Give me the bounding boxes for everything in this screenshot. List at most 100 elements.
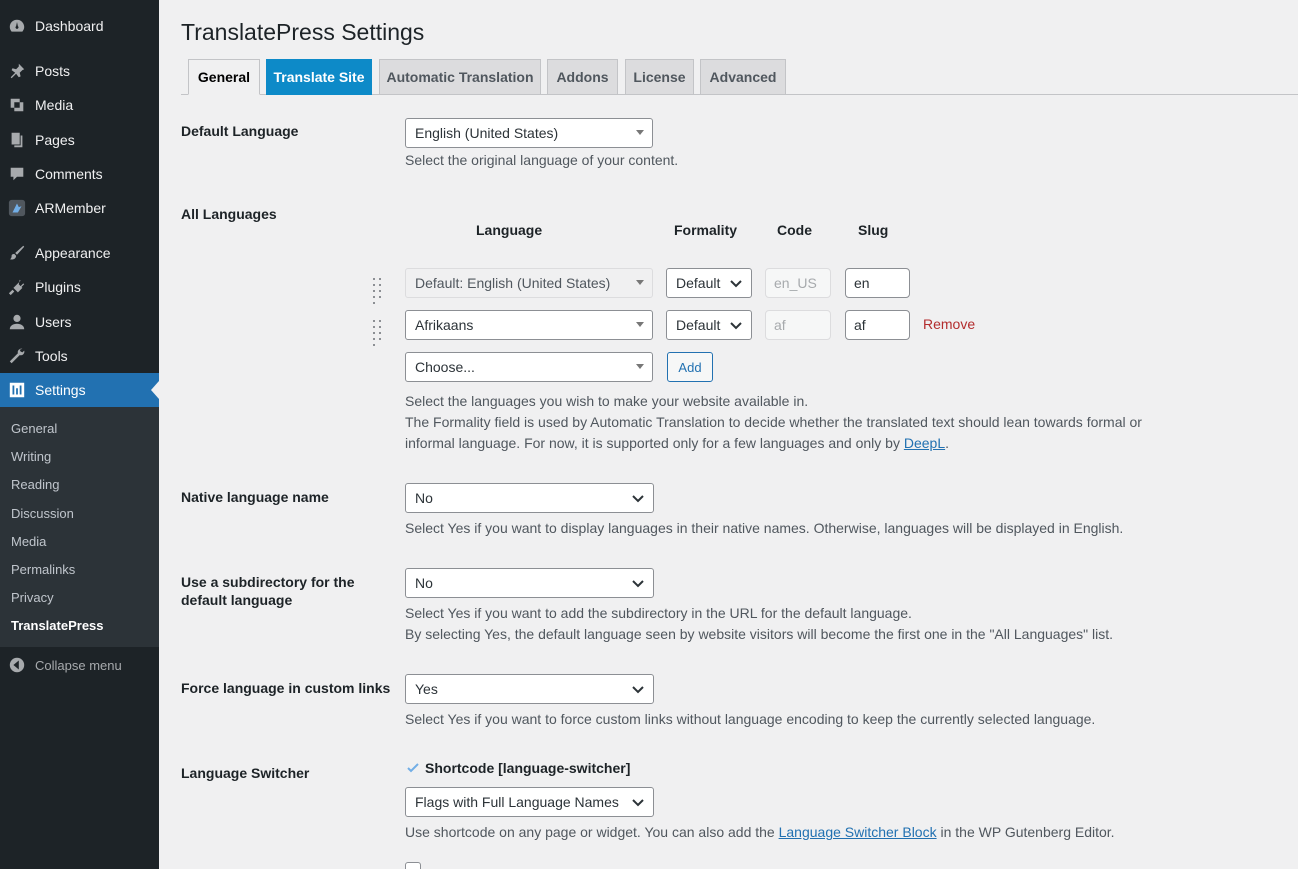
slug-field[interactable]: af	[845, 310, 910, 340]
comment-icon	[7, 164, 27, 184]
shortcode-checkbox[interactable]: Shortcode [language-switcher]	[405, 760, 630, 776]
menu-plugins[interactable]: Plugins	[0, 270, 159, 304]
admin-sidebar: Dashboard Posts Media Pages Comments ARM…	[0, 0, 159, 869]
menu-comments[interactable]: Comments	[0, 157, 159, 191]
column-header-formality: Formality	[674, 222, 738, 238]
language-select[interactable]: Afrikaans	[405, 310, 653, 340]
language-switcher-label: Language Switcher	[181, 765, 310, 781]
select-value: No	[415, 575, 433, 591]
menu-media[interactable]: Media	[0, 88, 159, 122]
submenu-discussion[interactable]: Discussion	[11, 506, 74, 521]
code-field: en_US	[765, 268, 831, 298]
select-value: Flags with Full Language Names	[415, 794, 619, 810]
menu-item-checkbox[interactable]	[405, 862, 421, 869]
add-language-button[interactable]: Add	[667, 352, 713, 382]
tab-addons[interactable]: Addons	[547, 59, 618, 95]
submenu-writing[interactable]: Writing	[11, 449, 51, 464]
chevron-down-icon	[631, 682, 645, 696]
menu-label: Pages	[35, 132, 75, 148]
formality-select[interactable]: Default	[666, 268, 752, 298]
subdirectory-select[interactable]: No	[405, 568, 654, 598]
description-text: Use shortcode on any page or widget. You…	[405, 824, 779, 840]
menu-label: Settings	[35, 382, 86, 398]
collapse-menu-button[interactable]: Collapse menu	[0, 652, 159, 678]
page-title: TranslatePress Settings	[181, 19, 425, 45]
settings-icon	[7, 380, 27, 400]
menu-dashboard[interactable]: Dashboard	[0, 9, 159, 43]
description-line: informal language. For now, it is suppor…	[405, 433, 1142, 454]
submenu-general[interactable]: General	[11, 421, 57, 436]
chevron-down-icon	[631, 491, 645, 505]
dropdown-arrow-icon	[636, 364, 644, 369]
description-text: .	[945, 435, 950, 451]
tab-translate-site[interactable]: Translate Site	[266, 59, 372, 95]
collapse-label: Collapse menu	[35, 657, 122, 673]
select-value: Default: English (United States)	[415, 275, 611, 291]
drag-handle-icon[interactable]	[372, 319, 384, 346]
tab-advanced[interactable]: Advanced	[700, 59, 786, 95]
description-line: The Formality field is used by Automatic…	[405, 414, 1142, 430]
default-language-select[interactable]: English (United States)	[405, 118, 653, 148]
native-language-description: Select Yes if you want to display langua…	[405, 520, 1124, 536]
column-header-code: Code	[777, 222, 812, 238]
select-value: Default	[676, 317, 721, 333]
menu-label: Comments	[35, 166, 103, 182]
force-language-select[interactable]: Yes	[405, 674, 654, 704]
description-line: Select the languages you wish to make yo…	[405, 393, 809, 409]
pages-icon	[7, 130, 27, 150]
menu-settings[interactable]: Settings	[0, 373, 159, 407]
deepl-link[interactable]: DeepL	[904, 435, 945, 451]
menu-posts[interactable]: Posts	[0, 54, 159, 88]
remove-language-link[interactable]: Remove	[923, 316, 975, 332]
choose-language-select[interactable]: Choose...	[405, 352, 653, 382]
slug-field[interactable]: en	[845, 268, 910, 298]
submenu-permalinks[interactable]: Permalinks	[11, 562, 75, 577]
menu-label: Posts	[35, 63, 71, 79]
column-header-slug: Slug	[858, 222, 889, 238]
chevron-down-icon	[631, 576, 645, 590]
shortcode-label: Shortcode [language-switcher]	[425, 760, 631, 776]
drag-handle-icon[interactable]	[372, 277, 384, 304]
brush-icon	[7, 243, 27, 263]
select-value: Afrikaans	[415, 317, 474, 333]
menu-tools[interactable]: Tools	[0, 339, 159, 373]
formality-select[interactable]: Default	[666, 310, 752, 340]
chevron-down-icon	[631, 795, 645, 809]
subdirectory-label: Use a subdirectory for the default langu…	[181, 573, 355, 609]
menu-armember[interactable]: ARMember	[0, 191, 159, 225]
tab-general[interactable]: General	[188, 59, 260, 95]
armember-icon	[7, 198, 27, 218]
menu-appearance[interactable]: Appearance	[0, 236, 159, 270]
wrench-icon	[7, 346, 27, 366]
submenu-translatepress[interactable]: TranslatePress	[11, 618, 104, 633]
all-languages-label: All Languages	[181, 206, 277, 222]
menu-label: ARMember	[35, 200, 106, 216]
menu-label: Plugins	[35, 279, 81, 295]
menu-users[interactable]: Users	[0, 305, 159, 339]
label-line: Use a subdirectory for the	[181, 574, 355, 590]
submenu-privacy[interactable]: Privacy	[11, 590, 54, 605]
collapse-icon	[8, 656, 26, 674]
chevron-down-icon	[729, 318, 743, 332]
dropdown-arrow-icon	[636, 322, 644, 327]
menu-pages[interactable]: Pages	[0, 123, 159, 157]
description-line: By selecting Yes, the default language s…	[405, 626, 1114, 642]
language-switcher-block-link[interactable]: Language Switcher Block	[779, 824, 937, 840]
description-text: informal language. For now, it is suppor…	[405, 435, 904, 451]
tab-automatic-translation[interactable]: Automatic Translation	[379, 59, 541, 95]
language-switcher-select[interactable]: Flags with Full Language Names	[405, 787, 654, 817]
native-language-label: Native language name	[181, 489, 329, 505]
label-line: default language	[181, 592, 293, 608]
native-language-select[interactable]: No	[405, 483, 654, 513]
dashboard-icon	[7, 16, 27, 36]
settings-tabs: General Translate Site Automatic Transla…	[181, 59, 1298, 95]
user-icon	[7, 312, 27, 332]
force-language-description: Select Yes if you want to force custom l…	[405, 711, 1096, 727]
main-content: TranslatePress Settings General Translat…	[159, 0, 1298, 869]
tab-license[interactable]: License	[625, 59, 694, 95]
menu-label: Tools	[35, 348, 68, 364]
submenu-reading[interactable]: Reading	[11, 477, 59, 492]
select-value: Choose...	[415, 359, 475, 375]
submenu-media[interactable]: Media	[11, 534, 46, 549]
language-switcher-description: Use shortcode on any page or widget. You…	[405, 822, 1115, 843]
